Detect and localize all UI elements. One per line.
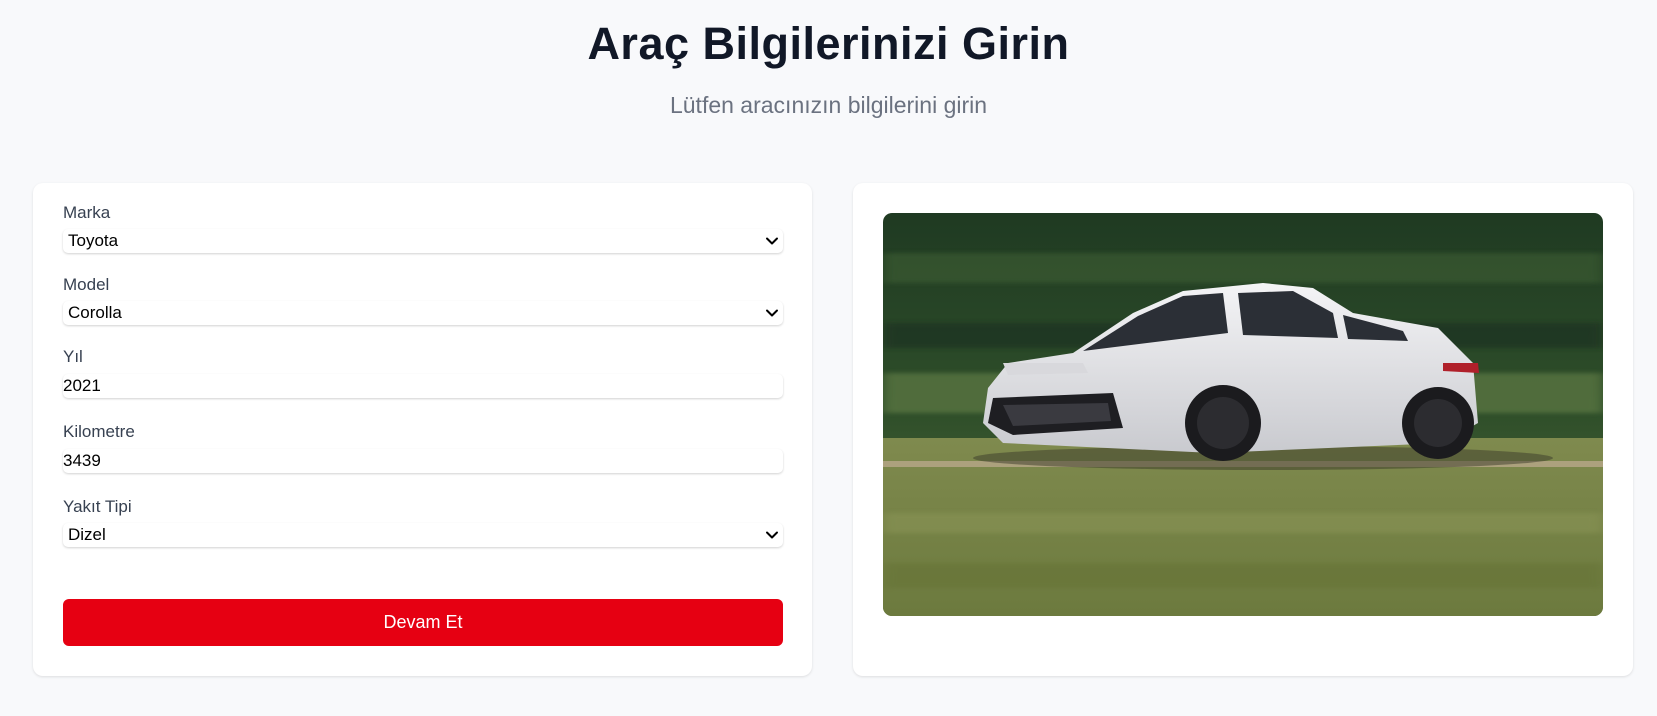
vehicle-image-card — [853, 183, 1633, 676]
car-photo — [883, 213, 1603, 616]
model-select-value: Corolla — [68, 303, 122, 322]
page-subtitle: Lütfen aracınızın bilgilerini girin — [669, 92, 988, 118]
continue-button[interactable]: Devam Et — [63, 599, 783, 646]
year-label: Yıl — [63, 347, 83, 366]
mileage-label: Kilometre — [63, 422, 135, 441]
brand-select[interactable]: Toyota — [63, 229, 783, 253]
fuel-type-select-value: Dizel — [68, 525, 106, 544]
model-select[interactable]: Corolla — [63, 301, 783, 325]
chevron-down-icon — [766, 237, 778, 245]
model-label: Model — [63, 275, 110, 294]
page-title: Araç Bilgilerinizi Girin — [587, 18, 1070, 69]
year-input[interactable]: 2021 — [63, 374, 783, 398]
brand-select-value: Toyota — [68, 231, 119, 250]
chevron-down-icon — [766, 531, 778, 539]
mileage-input[interactable]: 3439 — [63, 449, 783, 473]
chevron-down-icon — [766, 309, 778, 317]
year-input-value: 2021 — [63, 376, 101, 395]
vehicle-form-card: Marka Toyota Model Corolla Yıl 2021 Kilo… — [33, 183, 812, 676]
fuel-type-select[interactable]: Dizel — [63, 523, 783, 547]
brand-label: Marka — [63, 203, 111, 222]
fuel-type-label: Yakıt Tipi — [63, 497, 132, 516]
mileage-input-value: 3439 — [63, 451, 101, 470]
